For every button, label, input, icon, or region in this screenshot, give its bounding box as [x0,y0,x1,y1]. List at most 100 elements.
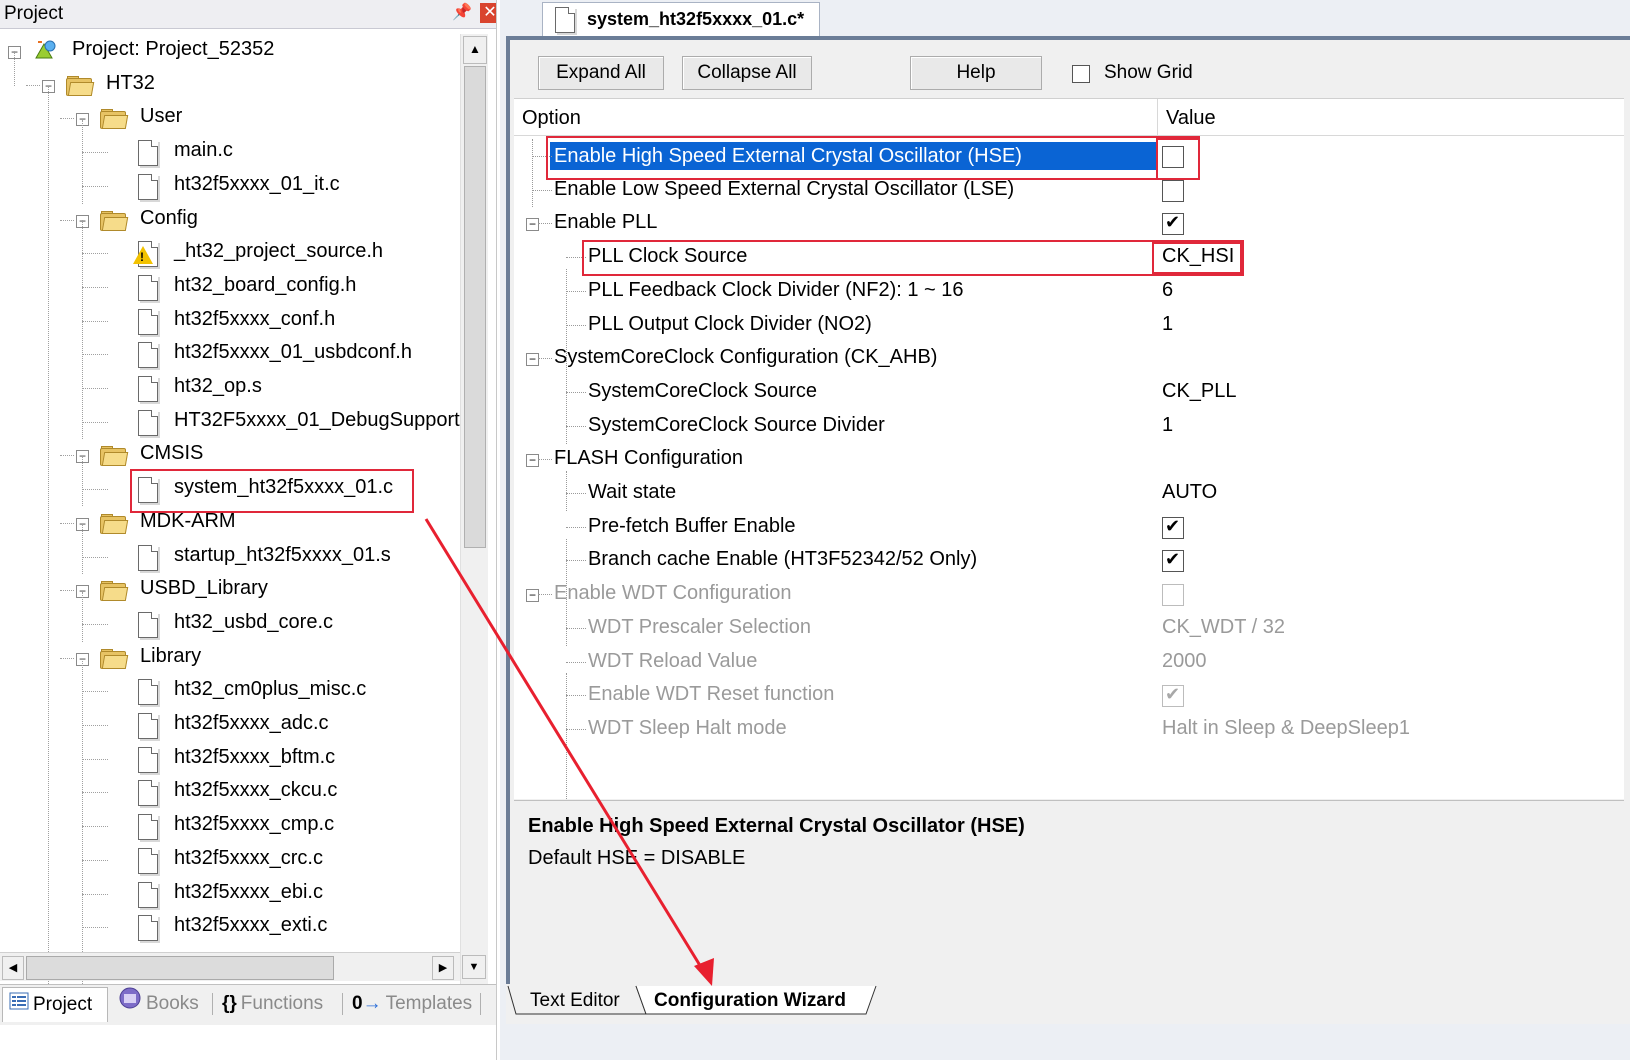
tree-vertical-scrollbar[interactable]: ▲ [460,34,488,986]
tree-item-label: ht32f5xxxx_bftm.c [174,746,336,768]
tree-file[interactable]: ht32f5xxxx_adc.c [0,708,460,742]
option-row[interactable]: Enable WDT Reset function [514,678,1624,712]
tab-text-editor[interactable]: Text Editor [530,986,620,1016]
collapse-toggle-icon[interactable]: − [526,589,539,602]
option-value[interactable]: AUTO [1162,481,1217,504]
tab-books[interactable]: Books [112,987,212,1021]
option-row[interactable]: − Enable PLL [514,206,1624,240]
tree-folder[interactable]: − USBD_Library [0,573,460,607]
option-value[interactable]: Halt in Sleep & DeepSleep1 [1162,717,1410,740]
option-label: FLASH Configuration [554,447,743,469]
option-row[interactable]: − FLASH Configuration [514,442,1624,476]
file-icon [138,545,158,571]
option-row[interactable]: SystemCoreClock Source CK_PLL [514,375,1624,409]
option-row[interactable]: Pre-fetch Buffer Enable [514,510,1624,544]
value-column-header[interactable]: Value [1166,107,1216,130]
option-value[interactable]: 2000 [1162,650,1207,673]
tree-folder[interactable]: − Config [0,203,460,237]
tree-guide-line [82,152,108,153]
collapse-all-button[interactable]: Collapse All [682,56,812,90]
tree-file[interactable]: ht32_op.s [0,371,460,405]
show-grid-checkbox[interactable] [1072,65,1090,83]
tree-file[interactable]: startup_ht32f5xxxx_01.s [0,540,460,574]
option-value-checkbox[interactable] [1162,684,1184,707]
option-row[interactable]: WDT Reload Value 2000 [514,645,1624,679]
option-row[interactable]: Wait state AUTO [514,476,1624,510]
tree-target[interactable]: − HT32 [0,68,460,102]
tree-file[interactable]: ht32f5xxxx_crc.c [0,843,460,877]
tree-file[interactable]: ht32_cm0plus_misc.c [0,674,460,708]
tree-file[interactable]: ht32f5xxxx_01_it.c [0,169,460,203]
option-row[interactable]: − Enable WDT Configuration [514,577,1624,611]
scroll-down-icon[interactable]: ▼ [462,955,486,979]
option-row[interactable]: PLL Output Clock Divider (NO2) 1 [514,308,1624,342]
option-value[interactable]: 6 [1162,279,1173,302]
file-icon [138,814,158,840]
option-value-checkbox[interactable] [1162,180,1184,202]
tree-file[interactable]: ht32f5xxxx_exti.c [0,910,460,944]
tree-file[interactable]: ht32f5xxxx_01_usbdconf.h [0,337,460,371]
collapse-toggle-icon[interactable]: − [526,454,539,467]
tree-file[interactable]: ht32_usbd_core.c [0,607,460,641]
close-icon[interactable]: ✕ [480,3,496,23]
help-button[interactable]: Help [910,56,1042,90]
tree-file[interactable]: ht32f5xxxx_conf.h [0,304,460,338]
scroll-left-icon[interactable]: ◀ [2,956,24,980]
tree-file[interactable]: main.c [0,135,460,169]
option-row[interactable]: SystemCoreClock Source Divider 1 [514,409,1624,443]
option-value-checkbox[interactable] [1162,212,1184,235]
column-separator[interactable] [1157,99,1158,135]
tree-file[interactable]: ht32f5xxxx_cmp.c [0,809,460,843]
tree-guide-line [82,860,108,861]
options-grid: Option Value Enable High Speed External … [514,98,1624,815]
option-label: WDT Reload Value [588,650,758,672]
scroll-up-icon[interactable]: ▲ [463,36,487,64]
tree-project[interactable]: − Project: Project_52352 [0,34,460,68]
tab-project[interactable]: Project [2,987,108,1022]
scrollbar-thumb[interactable] [464,66,486,548]
scroll-right-icon[interactable]: ▶ [432,956,454,980]
option-column-header[interactable]: Option [522,107,581,130]
option-value[interactable]: CK_PLL [1162,380,1237,403]
pin-icon[interactable]: 📌 [452,2,472,24]
tree-item-label: ht32_cm0plus_misc.c [174,678,367,700]
expand-all-button[interactable]: Expand All [538,56,664,90]
description-title: Enable High Speed External Crystal Oscil… [528,815,1025,837]
project-panel: Project 📌 ✕ − Project: Project_52352− HT32… [0,0,497,1060]
option-row[interactable]: − SystemCoreClock Configuration (CK_AHB) [514,341,1624,375]
collapse-toggle-icon[interactable]: − [526,353,539,366]
option-value-checkbox[interactable] [1162,584,1184,606]
tab-configuration-wizard[interactable]: Configuration Wizard [654,986,846,1016]
option-value[interactable]: 1 [1162,313,1173,336]
file-icon [555,7,575,33]
tree-horizontal-scrollbar[interactable]: ◀ ▶ [0,952,460,981]
tree-file[interactable]: ht32f5xxxx_ebi.c [0,877,460,911]
option-label: Branch cache Enable (HT3F52342/52 Only) [588,548,978,570]
option-label: Enable WDT Configuration [554,582,792,604]
tree-file[interactable]: HT32F5xxxx_01_DebugSupport.ii [0,405,474,439]
tab-templates[interactable]: 0→ Templates [346,987,476,1021]
option-value[interactable]: CK_WDT / 32 [1162,616,1285,639]
tree-file[interactable]: ht32_board_config.h [0,270,460,304]
option-row[interactable]: WDT Sleep Halt mode Halt in Sleep & DeepS… [514,712,1624,746]
tree-file[interactable]: ht32f5xxxx_ckcu.c [0,775,460,809]
collapse-toggle-icon[interactable]: − [526,218,539,231]
option-row[interactable]: Branch cache Enable (HT3F52342/52 Only) [514,543,1624,577]
option-row[interactable]: WDT Prescaler Selection CK_WDT / 32 [514,611,1624,645]
tree-file[interactable]: ! _ht32_project_source.h [0,236,460,270]
option-value-checkbox[interactable] [1162,549,1184,572]
file-icon [138,275,158,301]
tab-functions[interactable]: {} Functions [216,987,340,1021]
tree-file[interactable]: ht32f5xxxx_bftm.c [0,742,460,776]
annotation-highlight-hse [546,136,1200,180]
tree-folder[interactable]: − Library [0,641,460,675]
tree-item-label: HT32F5xxxx_01_DebugSupport.ii [174,409,475,431]
functions-icon: {} [222,993,237,1014]
tree-folder[interactable]: − CMSIS [0,438,460,472]
editor-file-tab[interactable]: system_ht32f5xxxx_01.c* [542,2,820,37]
option-row[interactable]: PLL Feedback Clock Divider (NF2): 1 ~ 16… [514,274,1624,308]
option-value[interactable]: 1 [1162,414,1173,437]
option-value-checkbox[interactable] [1162,516,1184,539]
scrollbar-thumb[interactable] [26,956,334,980]
tree-folder[interactable]: − User [0,101,460,135]
